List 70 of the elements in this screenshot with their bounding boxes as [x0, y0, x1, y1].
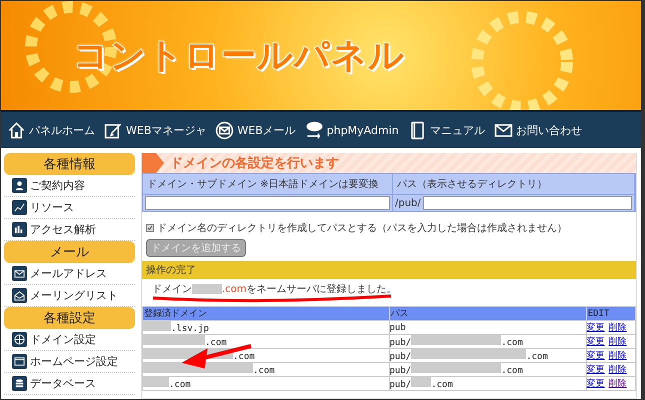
- column-header: 登録済ドメイン: [142, 306, 389, 320]
- section-title: ドメインの各設定を行います: [170, 154, 339, 172]
- table-cell: pub/ .com: [389, 376, 586, 390]
- nav-link[interactable]: マニュアル: [408, 120, 485, 140]
- redaction-block: [192, 284, 222, 294]
- edit-link[interactable]: 削除: [608, 378, 627, 388]
- checkbox[interactable]: [146, 224, 154, 232]
- redaction-block: [411, 377, 432, 387]
- bar-chart-icon: [12, 222, 27, 237]
- nav-link[interactable]: WEBマネージャ: [104, 120, 206, 140]
- table-cell: .com: [142, 376, 389, 390]
- nav-link[interactable]: パネルホーム: [7, 120, 95, 140]
- sidebar-item[interactable]: データベース: [4, 373, 135, 395]
- edit-link[interactable]: 削除: [608, 322, 627, 332]
- sidebar-item[interactable]: ご契約内容: [4, 175, 135, 197]
- sidebar-item[interactable]: リソース: [4, 197, 135, 219]
- open-envelope-icon: [12, 288, 27, 303]
- path-prefix: /pub/: [395, 198, 421, 208]
- table-cell: pub/ .com: [389, 348, 586, 362]
- redaction-block: [143, 377, 169, 387]
- house-icon: [7, 120, 26, 140]
- globe-icon: [12, 332, 27, 347]
- php-wrench-icon: [304, 120, 324, 140]
- notice-message: ドメイン .comをネームサーバに登録しました。: [152, 282, 397, 296]
- path-input-field[interactable]: [422, 196, 632, 210]
- edit-link[interactable]: 削除: [608, 364, 627, 374]
- nav-label: マニュアル: [430, 122, 485, 138]
- edit-link[interactable]: 変更: [586, 350, 605, 360]
- envelope-icon: [12, 266, 27, 281]
- nav-link[interactable]: WEBメール: [215, 120, 296, 140]
- checkbox-label: ドメイン名のディレクトリを作成してパスとする（パスを入力した場合は作成されません）: [157, 222, 567, 235]
- edit-link[interactable]: 削除: [608, 336, 627, 346]
- column-header: EDIT: [586, 306, 636, 320]
- redaction-block: [143, 321, 171, 331]
- notice-heading: 操作の完了: [142, 261, 636, 279]
- arrow-tab-icon: [142, 153, 164, 173]
- table-cell: .com: [142, 362, 389, 376]
- edit-link[interactable]: 変更: [586, 378, 605, 388]
- domain-input-field[interactable]: [145, 196, 390, 210]
- column-label: パス（表示させるディレクトリ）: [393, 174, 635, 195]
- nav-label: WEBマネージャ: [126, 122, 206, 138]
- edit-link[interactable]: 変更: [586, 364, 605, 374]
- nav-link[interactable]: お問い合わせ: [494, 120, 582, 140]
- column-label: ドメイン・サブドメイン ※日本語ドメインは要変換: [143, 174, 393, 195]
- sidebar-heading: メール: [4, 241, 135, 263]
- sidebar-heading: 各種情報: [4, 153, 135, 175]
- table-cell: pub/ .com: [389, 362, 586, 376]
- sidebar-heading: 各種設定: [4, 307, 135, 329]
- database-icon: [12, 376, 27, 391]
- nav-link[interactable]: phpMyAdmin: [304, 120, 399, 140]
- sidebar-item[interactable]: メールアドレス: [4, 263, 135, 285]
- nav-label: パネルホーム: [29, 122, 95, 138]
- nav-label: phpMyAdmin: [326, 124, 399, 136]
- table-cell: pub/ .com: [389, 334, 586, 348]
- line-chart-icon: [12, 200, 27, 215]
- nav-label: WEBメール: [237, 122, 296, 138]
- edit-link[interactable]: 削除: [608, 350, 627, 360]
- sidebar-item[interactable]: ドメイン設定: [4, 329, 135, 351]
- window-icon: [12, 354, 27, 369]
- redaction-block: [143, 335, 205, 345]
- edit-link[interactable]: 変更: [586, 336, 605, 346]
- nav-label: お問い合わせ: [516, 122, 582, 138]
- column-header: パス: [389, 306, 586, 320]
- globe-envelope-icon: [215, 120, 234, 140]
- banner-title: コントロールパネル: [73, 35, 405, 78]
- edit-link[interactable]: 変更: [586, 322, 605, 332]
- person-icon: [12, 178, 27, 193]
- table-cell: .lsv.jp: [142, 320, 389, 334]
- sidebar-item[interactable]: ホームページ設定: [4, 351, 135, 373]
- table-cell: .com: [142, 334, 389, 348]
